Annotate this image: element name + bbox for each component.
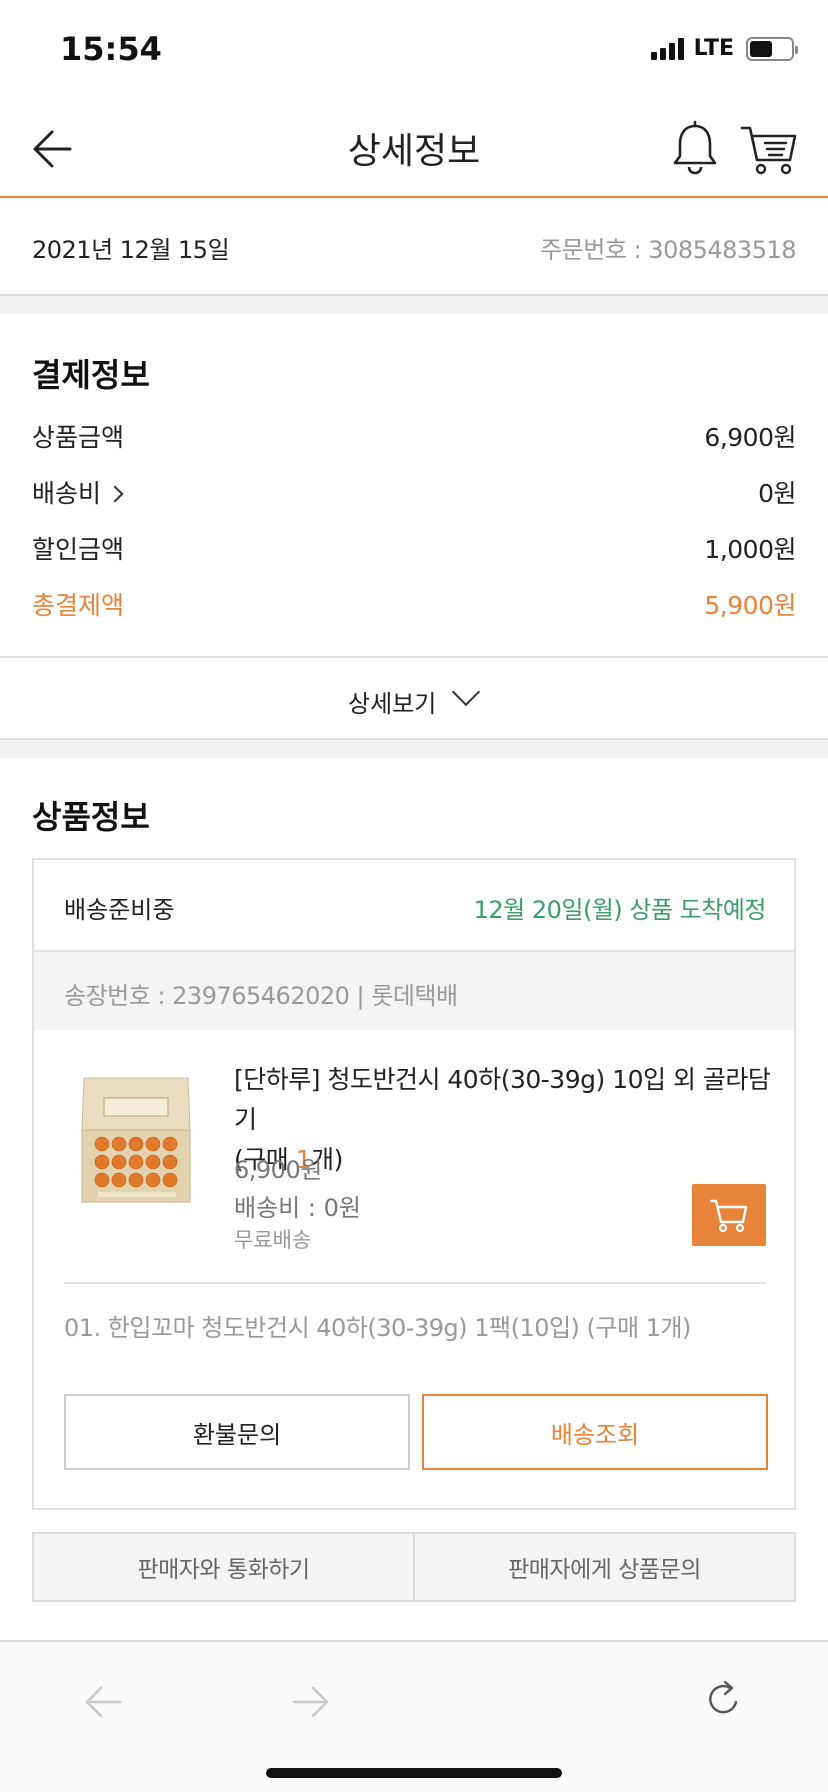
status-time: 15:54 [60, 30, 162, 68]
arrow-left-icon [85, 1686, 122, 1718]
product-card: 배송준비중 12월 20일(월) 상품 도착예정 송장번호 : 23976546… [32, 858, 796, 1510]
product-section-title: 상품정보 [32, 798, 150, 836]
browser-toolbar [0, 1640, 828, 1792]
browser-back-button[interactable] [82, 1682, 124, 1722]
chevron-right-icon [106, 485, 124, 503]
product-thumbnail[interactable] [78, 1072, 194, 1212]
product-option: 01. 한입꼬마 청도반건시 40하(30-39g) 1팩(10입) (구매 1… [64, 1314, 691, 1342]
cart-icon [740, 126, 797, 175]
payment-label: 배송비 [32, 479, 102, 508]
payment-value: 1,000원 [704, 535, 796, 564]
order-summary-row: 2021년 12월 15일 주문번호 : 3085483518 [0, 200, 828, 294]
top-header: 상세정보 [0, 100, 828, 198]
status-bar: 15:54 LTE [0, 0, 828, 100]
cart-icon [709, 1199, 748, 1233]
product-title: [단하루] 청도반건시 40하(30-39g) 10입 외 골라담기 [234, 1065, 771, 1134]
shipping-status-row: 배송준비중 12월 20일(월) 상품 도착예정 [34, 860, 794, 952]
order-date: 2021년 12월 15일 [32, 236, 230, 264]
notification-button[interactable] [670, 120, 720, 176]
section-divider [0, 738, 828, 758]
product-price: 6,900원 [234, 1156, 322, 1184]
product-shipping-fee: 배송비 : 0원 [234, 1194, 361, 1222]
payment-value: 6,900원 [704, 423, 796, 452]
seller-actions: 판매자와 통화하기 판매자에게 상품문의 [32, 1532, 796, 1602]
detail-view-label: 상세보기 [348, 690, 437, 718]
payment-row-total: 총결제액 5,900원 [32, 586, 796, 626]
payment-section-title: 결제정보 [32, 356, 150, 394]
bell-icon [673, 120, 717, 175]
payment-label: 총결제액 [32, 591, 125, 620]
shipping-status: 배송준비중 [64, 896, 175, 924]
battery-icon [746, 36, 798, 61]
arrival-estimate: 12월 20일(월) 상품 도착예정 [473, 896, 767, 924]
payment-row-discount: 할인금액 1,000원 [32, 530, 796, 570]
payment-row-shipping[interactable]: 배송비 0원 [32, 474, 796, 514]
free-shipping-label: 무료배송 [234, 1228, 312, 1252]
network-label: LTE [693, 36, 734, 61]
ask-seller-button[interactable]: 판매자에게 상품문의 [415, 1532, 796, 1602]
payment-row-product-amount: 상품금액 6,900원 [32, 418, 796, 458]
payment-label: 할인금액 [32, 535, 125, 564]
payment-label: 상품금액 [32, 423, 125, 452]
browser-forward-button[interactable] [290, 1682, 332, 1722]
reload-button[interactable] [706, 1678, 742, 1718]
invoice-row: 송장번호 : 239765462020 | 롯데택배 [34, 952, 794, 1030]
reload-icon [709, 1680, 738, 1714]
order-number: 주문번호 : 3085483518 [540, 236, 796, 264]
refund-inquiry-button[interactable]: 환불문의 [64, 1394, 410, 1470]
payment-label-shipping[interactable]: 배송비 [32, 474, 124, 510]
payment-value: 0원 [758, 479, 796, 508]
chevron-down-icon [451, 677, 481, 707]
status-indicators: LTE [650, 36, 798, 61]
payment-value: 5,900원 [704, 591, 796, 620]
cart-button[interactable] [740, 122, 798, 176]
card-divider [64, 1282, 766, 1284]
home-indicator[interactable] [266, 1768, 562, 1778]
invoice-number: 송장번호 : 239765462020 | 롯데택배 [64, 982, 458, 1010]
call-seller-button[interactable]: 판매자와 통화하기 [32, 1532, 415, 1602]
add-to-cart-button[interactable] [692, 1184, 766, 1246]
detail-view-toggle[interactable]: 상세보기 [0, 656, 828, 738]
section-divider [0, 294, 828, 314]
arrow-right-icon [292, 1686, 329, 1718]
signal-icon [650, 37, 684, 60]
track-shipping-button[interactable]: 배송조회 [422, 1394, 768, 1470]
